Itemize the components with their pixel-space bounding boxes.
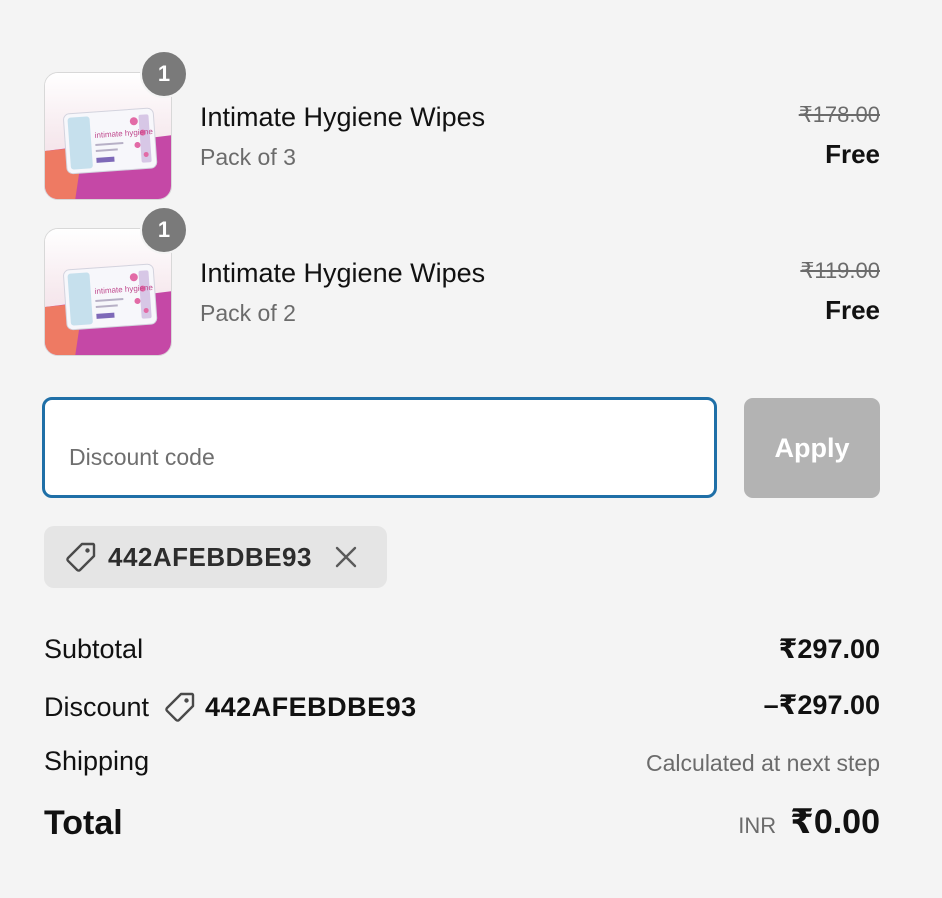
apply-button[interactable]: Apply	[744, 398, 880, 498]
shipping-label: Shipping	[44, 746, 150, 776]
discount-value: –₹297.00	[763, 690, 880, 720]
original-price: ₹178.00	[798, 102, 880, 127]
quantity-badge: 1	[140, 206, 188, 254]
product-title: Intimate Hygiene Wipes	[200, 102, 486, 132]
discount-code-input[interactable]	[42, 397, 717, 498]
total-label: Total	[44, 804, 123, 842]
order-summary-panel: intimate hygiene 1 Intimate Hygiene Wipe…	[0, 0, 942, 898]
subtotal-row: Subtotal ₹297.00	[44, 634, 880, 674]
product-title: Intimate Hygiene Wipes	[200, 258, 486, 288]
tag-icon	[66, 542, 96, 572]
total-value: ₹0.00	[790, 803, 880, 841]
applied-discount-chip: 442AFEBDBE93	[44, 526, 387, 588]
subtotal-value: ₹297.00	[778, 634, 880, 664]
shipping-row: Shipping Calculated at next step	[44, 746, 880, 786]
original-price: ₹119.00	[800, 258, 880, 283]
subtotal-label: Subtotal	[44, 634, 144, 664]
product-variant: Pack of 2	[200, 300, 296, 326]
close-icon[interactable]	[334, 545, 358, 569]
quantity-badge: 1	[140, 50, 188, 98]
product-variant: Pack of 3	[200, 144, 296, 170]
shipping-value: Calculated at next step	[646, 750, 880, 776]
applied-code-text: 442AFEBDBE93	[108, 541, 312, 572]
total-currency: INR	[738, 813, 777, 838]
discount-code-text: 442AFEBDBE93	[205, 691, 417, 722]
discount-label: Discount	[44, 691, 150, 722]
item-price: Free	[825, 295, 880, 325]
tag-icon	[165, 692, 195, 722]
line-item: intimate hygiene 1 Intimate Hygiene Wipe…	[44, 206, 880, 356]
total-row: Total INR ₹0.00	[44, 802, 880, 854]
discount-row: Discount 442AFEBDBE93 –₹297.00	[44, 690, 880, 730]
line-item: intimate hygiene 1 Intimate Hygiene Wipe…	[44, 50, 880, 200]
item-price: Free	[825, 139, 880, 169]
